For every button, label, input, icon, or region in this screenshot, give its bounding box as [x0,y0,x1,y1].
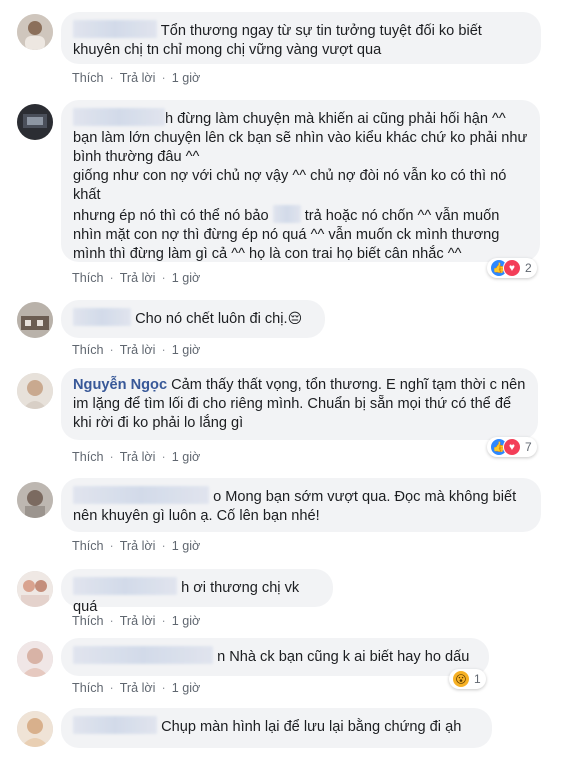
reply-link[interactable]: Trả lời [120,343,156,357]
blurred-author-name[interactable] [73,108,165,126]
reply-link[interactable]: Trả lời [120,614,156,628]
blurred-author-name[interactable] [73,308,131,326]
comment-bubble: Tổn thương ngay từ sự tin tưởng tuyệt đố… [61,12,541,64]
avatar[interactable] [17,711,53,747]
comment-bubble: Cho nó chết luôn đi chị.😔 [61,300,325,338]
comment-actions: Thích · Trả lời · 1 giờ [72,450,201,464]
reaction-count: 1 [474,672,481,686]
comment-actions: Thích · Trả lời · 1 giờ [72,343,201,357]
avatar[interactable] [17,641,53,677]
comment-actions: Thích · Trả lời · 1 giờ [72,539,201,553]
timestamp[interactable]: 1 giờ [172,539,201,553]
like-link[interactable]: Thích [72,681,104,695]
like-link[interactable]: Thích [72,539,104,553]
avatar[interactable] [17,482,53,518]
timestamp[interactable]: 1 giờ [172,271,201,285]
blurred-author-name[interactable] [73,716,157,734]
comment-actions: Thích · Trả lời · 1 giờ [72,614,201,628]
avatar[interactable] [17,302,53,338]
avatar[interactable] [17,373,53,409]
reaction-summary[interactable]: 👍 ♥ 2 [487,258,537,278]
wow-reaction-icon: 😮 [452,670,470,688]
blurred-author-name[interactable] [73,486,209,504]
reply-link[interactable]: Trả lời [120,71,156,85]
comment-bubble: n Nhà ck bạn cũng k ai biết hay ho dấu [61,638,489,676]
avatar[interactable] [17,14,53,50]
reply-link[interactable]: Trả lời [120,539,156,553]
like-link[interactable]: Thích [72,450,104,464]
timestamp[interactable]: 1 giờ [172,71,201,85]
comment-actions: Thích · Trả lời · 1 giờ [72,271,201,285]
reaction-summary[interactable]: 👍 ♥ 7 [487,437,537,457]
comment-bubble: o Mong bạn sớm vượt qua. Đọc mà không bi… [61,478,541,532]
reply-link[interactable]: Trả lời [120,681,156,695]
blurred-author-name[interactable] [73,646,213,664]
comment-bubble: h đừng làm chuyện mà khiến ai cũng phải … [61,100,540,262]
timestamp[interactable]: 1 giờ [172,343,201,357]
avatar[interactable] [17,571,53,607]
comment-bubble: Nguyễn Ngọc Cảm thấy thất vọng, tổn thươ… [61,368,538,440]
comment-text: Cho nó chết luôn đi chị. [135,311,288,327]
comment-bubble: Chụp màn hình lại để lưu lại bằng chứng … [61,708,492,748]
reply-link[interactable]: Trả lời [120,450,156,464]
like-link[interactable]: Thích [72,271,104,285]
like-link[interactable]: Thích [72,71,104,85]
blurred-author-name[interactable] [73,20,157,38]
blurred-author-name[interactable] [73,577,177,595]
reaction-count: 7 [525,440,532,454]
comment-actions: Thích · Trả lời · 1 giờ [72,71,201,85]
comment-text: Chụp màn hình lại để lưu lại bằng chứng … [161,719,462,735]
author-name[interactable]: Nguyễn Ngọc [73,377,167,393]
like-link[interactable]: Thích [72,343,104,357]
timestamp[interactable]: 1 giờ [172,450,201,464]
timestamp[interactable]: 1 giờ [172,614,201,628]
like-link[interactable]: Thích [72,614,104,628]
comment-actions: Thích · Trả lời · 1 giờ [72,681,201,695]
love-reaction-icon: ♥ [503,438,521,456]
comment-bubble: h ơi thương chị vk quá [61,569,333,615]
blurred-name-mention [272,205,301,223]
reaction-summary[interactable]: 😮 1 [449,669,486,689]
reaction-count: 2 [525,261,532,275]
avatar[interactable] [17,104,53,140]
comment-text: n Nhà ck bạn cũng k ai biết hay ho dấu [217,649,470,665]
reply-link[interactable]: Trả lời [120,271,156,285]
pensive-face-emoji: 😔 [287,310,303,326]
timestamp[interactable]: 1 giờ [172,681,201,695]
love-reaction-icon: ♥ [503,259,521,277]
